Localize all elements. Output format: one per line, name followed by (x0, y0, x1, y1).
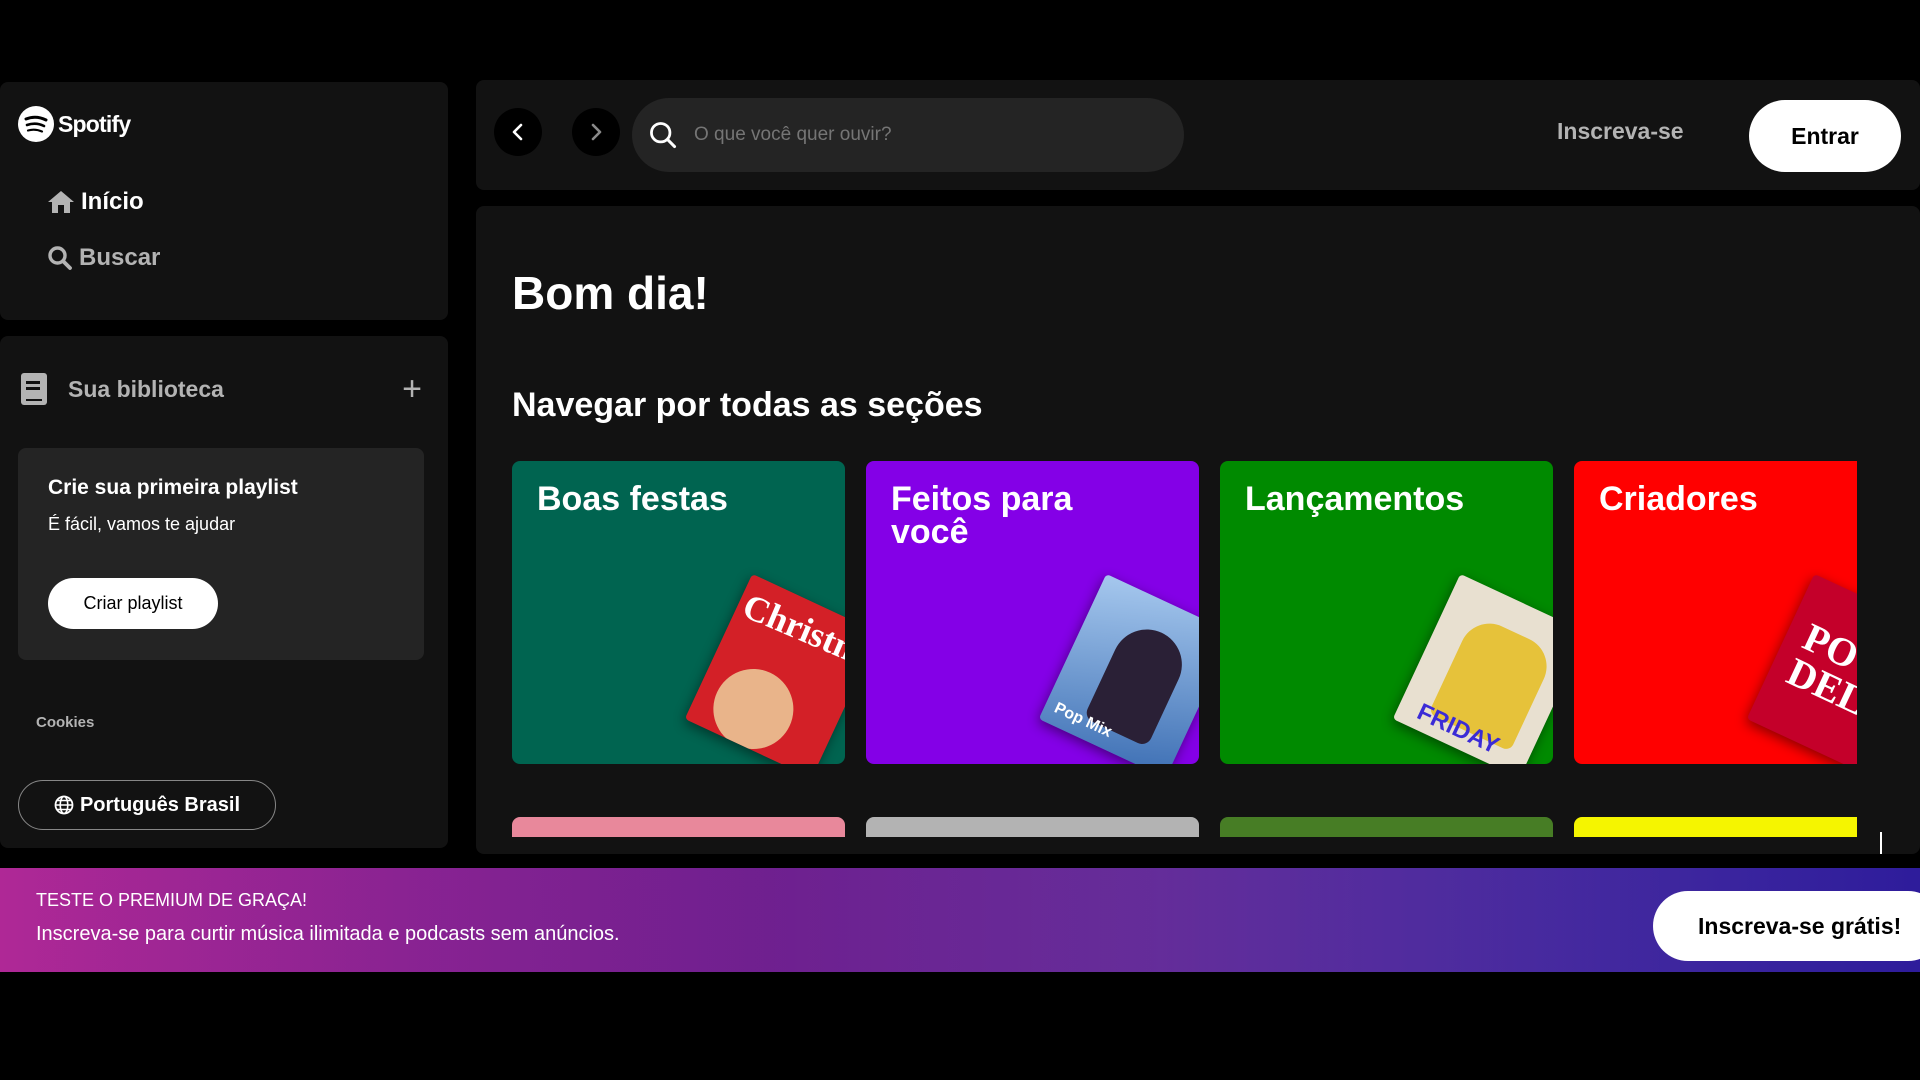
nav-item-label: Buscar (79, 244, 161, 271)
search-icon (650, 122, 677, 149)
search-input[interactable] (694, 124, 1154, 146)
brand-name: Spotify (58, 110, 131, 137)
signup-link[interactable]: Inscreva-se (1557, 118, 1684, 145)
login-button[interactable]: Entrar (1749, 100, 1901, 172)
cover-photo (700, 655, 807, 763)
library-panel: Sua biblioteca + Crie sua primeira playl… (0, 336, 448, 848)
create-playlist-button[interactable]: Criar playlist (48, 578, 218, 629)
card-cover-image: PO DELA (1746, 573, 1857, 764)
banner-text: Inscreva-se para curtir música ilimitada… (36, 923, 620, 945)
scrollbar[interactable] (1880, 832, 1882, 854)
nav-item-search[interactable]: Buscar (47, 244, 160, 272)
card-cover-image: Pop Mix (1038, 573, 1199, 764)
nav-item-label: Início (81, 188, 144, 215)
cookies-link[interactable]: Cookies (36, 714, 94, 731)
language-label: Português Brasil (79, 793, 241, 816)
create-playlist-card: Crie sua primeira playlist É fácil, vamo… (18, 448, 424, 660)
nav-item-home[interactable]: Início (47, 188, 144, 216)
library-title[interactable]: Sua biblioteca (68, 376, 224, 403)
top-bar: Inscreva-se Entrar (476, 80, 1920, 190)
library-header: Sua biblioteca + (20, 368, 428, 410)
spotify-logo[interactable]: Spotify (18, 106, 131, 142)
forward-button[interactable] (572, 108, 620, 156)
card-title: Crie sua primeira playlist (48, 476, 298, 499)
category-card-lancamentos[interactable]: Lançamentos FRIDAY (1220, 461, 1553, 764)
category-card-partial[interactable] (512, 817, 845, 837)
premium-banner[interactable]: TESTE O PREMIUM DE GRAÇA! Inscreva-se pa… (0, 868, 1920, 972)
chevron-left-icon (512, 123, 523, 141)
library-icon[interactable] (20, 372, 48, 406)
main-content: Bom dia! Navegar por todas as seções Boa… (476, 206, 1920, 854)
category-card-criadores[interactable]: Criadores PO DELA (1574, 461, 1857, 764)
greeting: Bom dia! (512, 267, 709, 319)
category-card-partial[interactable] (1220, 817, 1553, 837)
plus-icon[interactable]: + (402, 372, 422, 406)
category-card-feitos-para-voce[interactable]: Feitos para você Pop Mix (866, 461, 1199, 764)
search-box[interactable] (632, 98, 1184, 172)
back-button[interactable] (494, 108, 542, 156)
sidebar-nav-panel: Spotify Início Buscar (0, 82, 448, 320)
card-subtitle: É fácil, vamos te ajudar (48, 514, 236, 534)
card-cover-image: Christm Hi (684, 573, 845, 764)
card-title: Feitos para você (891, 480, 1073, 552)
card-title: Lançamentos (1245, 480, 1465, 518)
card-cover-image: FRIDAY (1392, 573, 1553, 764)
spotify-icon (18, 106, 54, 142)
globe-icon (54, 795, 74, 815)
category-card-partial[interactable] (1574, 817, 1857, 837)
card-title: Criadores (1599, 480, 1758, 518)
card-title: Boas festas (537, 480, 728, 518)
category-grid: Boas festas Christm Hi Feitos para você … (512, 461, 1857, 837)
signup-free-button[interactable]: Inscreva-se grátis! (1653, 891, 1920, 961)
search-icon (48, 246, 72, 270)
banner-headline: TESTE O PREMIUM DE GRAÇA! (36, 890, 308, 910)
cover-text: PO DELA (1780, 614, 1857, 737)
category-card-partial[interactable] (866, 817, 1199, 837)
home-icon (48, 191, 74, 213)
language-button[interactable]: Português Brasil (18, 780, 276, 830)
section-title: Navegar por todas as seções (512, 386, 983, 424)
category-card-boas-festas[interactable]: Boas festas Christm Hi (512, 461, 845, 764)
chevron-right-icon (591, 123, 602, 141)
